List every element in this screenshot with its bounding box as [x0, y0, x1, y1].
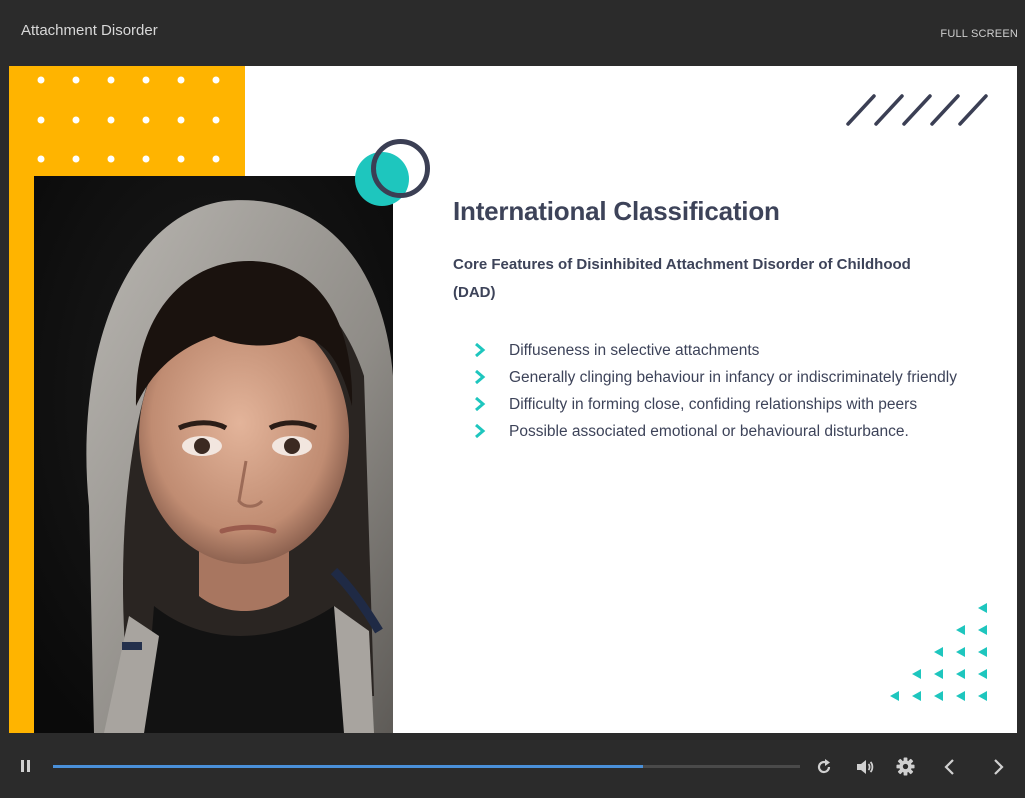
progress-bar[interactable] — [53, 765, 800, 768]
ring-circle-decoration — [371, 139, 430, 198]
top-bar: Attachment Disorder FULL SCREEN — [0, 0, 1025, 66]
replay-icon[interactable] — [815, 758, 833, 776]
pause-icon[interactable] — [20, 759, 32, 773]
bullet-item: Difficulty in forming close, confiding r… — [453, 393, 973, 416]
slide-content: International Classification Core Featur… — [453, 196, 973, 447]
previous-icon[interactable] — [943, 758, 957, 776]
chevron-right-icon — [475, 424, 486, 438]
triangle-pattern-decoration — [890, 603, 987, 701]
app-title: Attachment Disorder — [21, 22, 158, 39]
bullet-text: Difficulty in forming close, confiding r… — [509, 396, 918, 413]
chevron-right-icon — [475, 370, 486, 384]
next-icon[interactable] — [991, 758, 1005, 776]
bullet-text: Generally clinging behaviour in infancy … — [509, 369, 957, 386]
slide-title: International Classification — [453, 196, 780, 226]
dot-pattern — [37, 76, 220, 163]
boy-photo — [34, 176, 393, 733]
bullet-list: Diffuseness in selective attachments Gen… — [453, 339, 973, 443]
volume-icon[interactable] — [856, 758, 876, 776]
player-control-bar — [0, 733, 1025, 798]
fullscreen-button[interactable]: FULL SCREEN — [940, 28, 1018, 40]
bullet-item: Generally clinging behaviour in infancy … — [453, 366, 973, 389]
progress-bar-fill — [53, 765, 644, 768]
slide: International Classification Core Featur… — [9, 66, 1017, 733]
bullet-item: Possible associated emotional or behavio… — [453, 420, 973, 443]
bullet-text: Diffuseness in selective attachments — [509, 342, 760, 359]
bullet-item: Diffuseness in selective attachments — [453, 339, 973, 362]
chevron-right-icon — [475, 397, 486, 411]
slash-pattern-decoration — [846, 94, 988, 126]
boy-in-hoodie-image — [34, 176, 393, 733]
slide-subtitle: Core Features of Disinhibited Attachment… — [453, 256, 911, 301]
bullet-text: Possible associated emotional or behavio… — [509, 423, 909, 440]
chevron-right-icon — [475, 343, 486, 357]
settings-icon[interactable] — [896, 757, 915, 776]
